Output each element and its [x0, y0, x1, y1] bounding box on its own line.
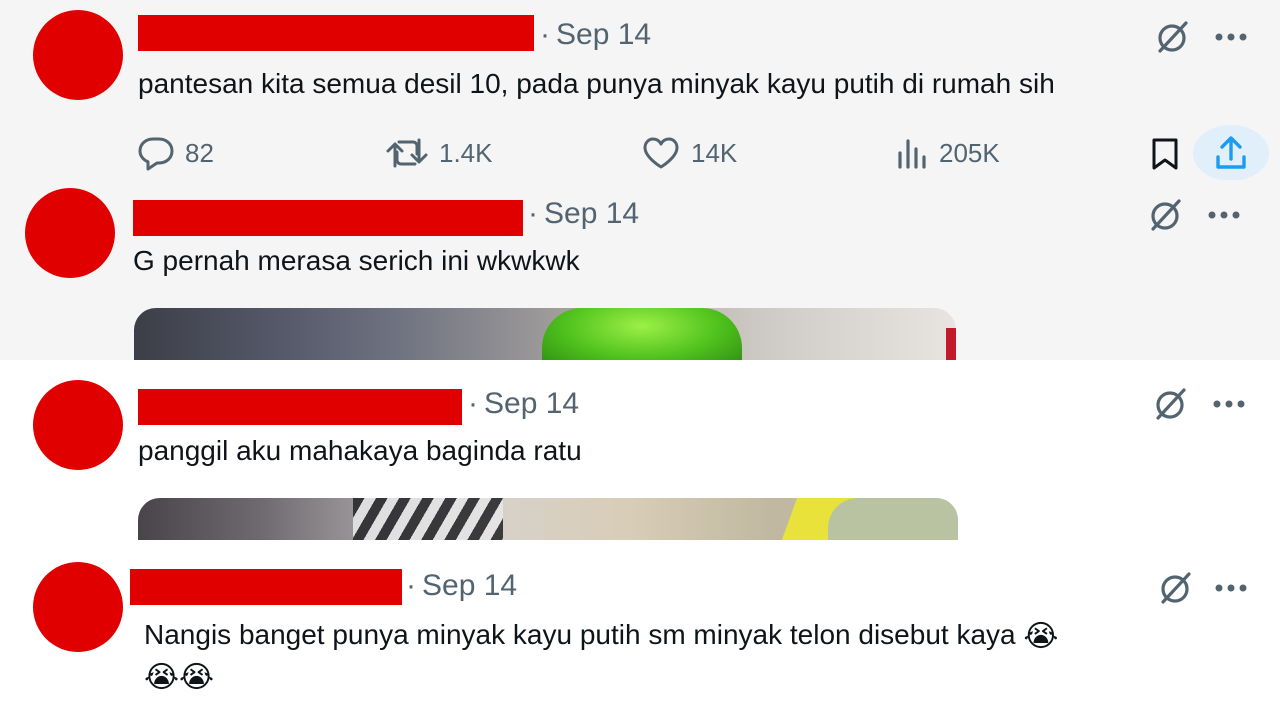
avatar[interactable] — [33, 10, 123, 100]
crying-emoji: 😭 — [1023, 619, 1059, 653]
tweet-3[interactable]: · Sep 14 panggil aku mahakaya baginda rat… — [0, 360, 1280, 540]
tweet-timestamp[interactable]: · Sep 14 — [528, 196, 639, 232]
reply-icon — [138, 137, 174, 171]
tweet-timestamp[interactable]: · Sep 14 — [406, 568, 517, 604]
redacted-username[interactable] — [138, 15, 534, 51]
tweet-media-image[interactable] — [138, 498, 958, 540]
media-detail — [542, 308, 742, 360]
redacted-username[interactable] — [130, 569, 402, 605]
reply-button[interactable]: 82 — [137, 130, 214, 176]
grok-icon[interactable] — [1145, 194, 1187, 236]
views-button[interactable]: 205K — [895, 130, 1000, 176]
tweet-text: Nangis banget punya minyak kayu putih sm… — [144, 615, 1058, 657]
media-detail — [353, 498, 503, 540]
media-detail — [946, 328, 956, 360]
tweet-text: G pernah merasa serich ini wkwkwk — [133, 245, 580, 276]
share-icon — [1216, 136, 1246, 169]
repost-icon — [386, 138, 428, 168]
views-icon — [898, 139, 926, 169]
more-icon[interactable] — [1203, 194, 1245, 236]
media-detail — [828, 498, 958, 540]
avatar[interactable] — [33, 562, 123, 652]
tweet-2[interactable]: · Sep 14 G pernah merasa serich ini wkwkw… — [0, 180, 1280, 360]
avatar[interactable] — [25, 188, 115, 278]
more-icon[interactable] — [1208, 383, 1250, 425]
bookmark-icon[interactable] — [1143, 132, 1187, 176]
avatar[interactable] — [33, 380, 123, 470]
more-icon[interactable] — [1210, 16, 1252, 58]
tweet-timestamp[interactable]: · Sep 14 — [468, 386, 579, 422]
grok-icon[interactable] — [1150, 383, 1192, 425]
redacted-username[interactable] — [138, 389, 462, 425]
tweet-text: pantesan kita semua desil 10, pada punya… — [138, 68, 1055, 99]
tweet-4[interactable]: · Sep 14 Nangis banget punya minyak kayu … — [0, 540, 1280, 720]
grok-icon[interactable] — [1152, 16, 1194, 58]
tweet-actions: 82 1.4K 14K 205K — [135, 125, 1275, 180]
tweet-text-line2: 😭😭 — [144, 656, 214, 698]
crying-emoji: 😭😭 — [144, 660, 215, 694]
tweet-1[interactable]: · Sep 14 pantesan kita semua desil 10, pa… — [0, 0, 1280, 180]
tweet-text: panggil aku mahakaya baginda ratu — [138, 435, 582, 466]
tweet-media-image[interactable] — [134, 308, 956, 360]
more-icon[interactable] — [1210, 567, 1252, 609]
redacted-username[interactable] — [133, 200, 523, 236]
share-button[interactable] — [1193, 125, 1269, 180]
grok-icon[interactable] — [1155, 567, 1197, 609]
like-button[interactable]: 14K — [641, 130, 737, 176]
tweet-timestamp[interactable]: · Sep 14 — [540, 17, 651, 53]
repost-button[interactable]: 1.4K — [385, 130, 493, 176]
like-icon — [643, 137, 679, 169]
